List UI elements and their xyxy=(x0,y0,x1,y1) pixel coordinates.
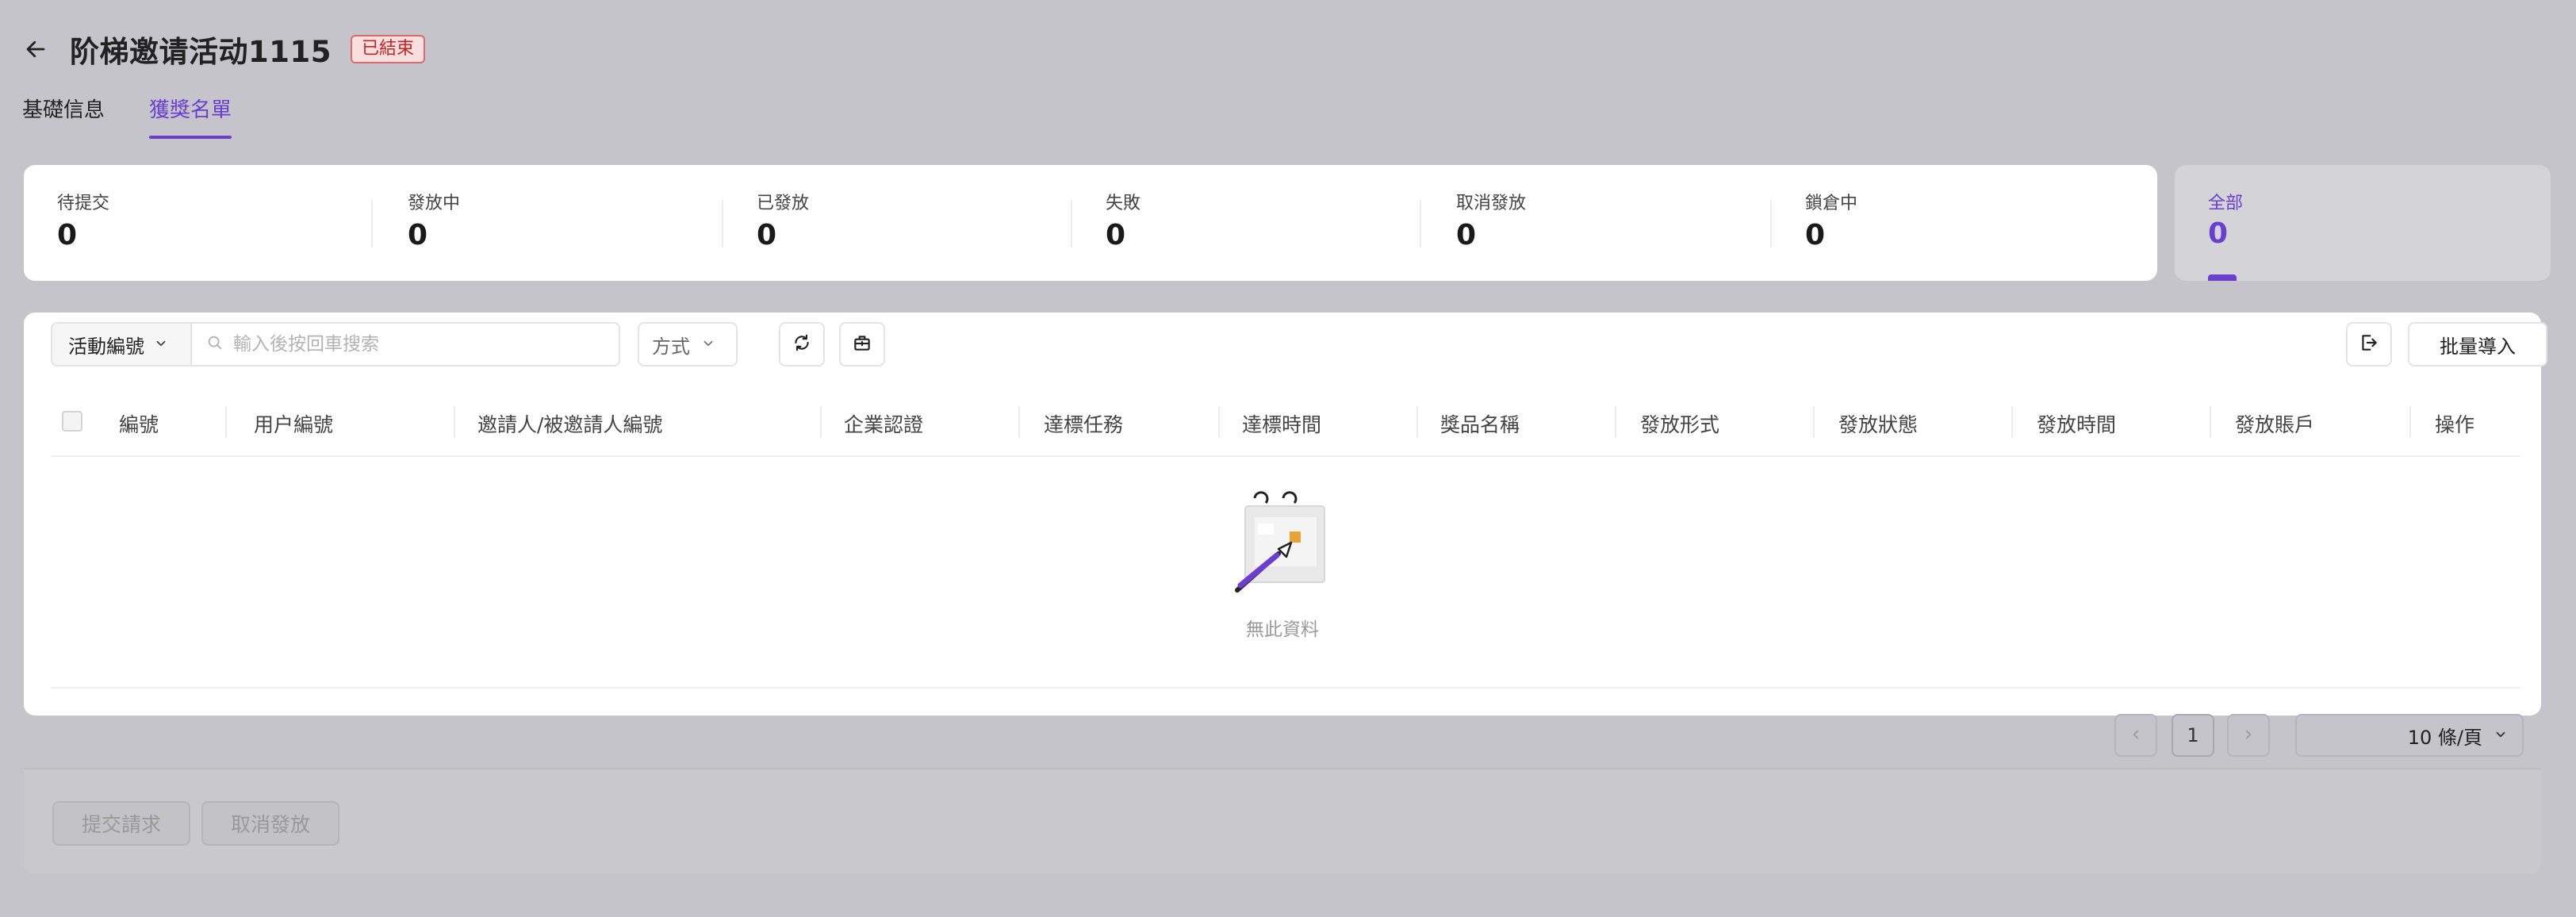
column-header: 發放時間 xyxy=(2037,413,2117,436)
tab-bar: 基礎信息 獲獎名單 xyxy=(22,94,232,139)
chevron-right-icon xyxy=(2241,724,2256,746)
next-page-button[interactable] xyxy=(2227,714,2270,757)
column-divider xyxy=(2409,406,2411,438)
stat-divider xyxy=(1770,200,1772,247)
stat-label: 全部 xyxy=(2208,194,2244,213)
column-header: 達標任務 xyxy=(1044,413,1124,436)
table-header: 編號 用户編號 邀請人/被邀請人編號 企業認證 達標任務 達標時間 獎品名稱 發… xyxy=(51,390,2520,457)
column-header: 達標時間 xyxy=(1242,413,1322,436)
table-card: 活動編號 方式 xyxy=(24,313,2547,716)
chevron-down-icon xyxy=(154,333,168,355)
stat-pending-submit[interactable]: 待提交 0 xyxy=(57,189,382,251)
tab-basic-info[interactable]: 基礎信息 xyxy=(22,94,105,139)
prev-page-button[interactable] xyxy=(2114,714,2157,757)
stat-label: 失敗 xyxy=(1106,194,1141,213)
method-select[interactable]: 方式 xyxy=(638,322,738,366)
stat-divider xyxy=(1420,200,1421,247)
batch-import-button[interactable]: 批量導入 xyxy=(2408,322,2547,366)
page-header: 阶梯邀请活动1115 已結束 xyxy=(22,29,425,70)
stat-value: 0 xyxy=(1456,219,1477,251)
logout-icon xyxy=(2359,332,2379,356)
stat-locked[interactable]: 鎖倉中 0 xyxy=(1805,189,2130,251)
stat-divider xyxy=(371,200,373,247)
search-input[interactable] xyxy=(232,333,584,355)
method-select-label: 方式 xyxy=(652,335,690,358)
status-badge: 已結束 xyxy=(350,35,425,63)
empty-state: 無此資料 xyxy=(24,482,2541,641)
page-title: 阶梯邀请活动1115 xyxy=(70,35,332,69)
filter-field-select[interactable]: 活動編號 xyxy=(51,322,192,366)
refresh-button[interactable] xyxy=(779,322,825,366)
table-bottom-border xyxy=(51,687,2520,689)
column-header: 邀請人/被邀請人編號 xyxy=(477,413,663,436)
column-divider xyxy=(454,406,455,438)
submit-request-button[interactable]: 提交請求 xyxy=(52,801,190,846)
export-icon xyxy=(852,332,872,356)
column-divider xyxy=(2210,406,2211,438)
stat-issued[interactable]: 已發放 0 xyxy=(757,189,1082,251)
column-divider xyxy=(1218,406,1220,438)
stat-all[interactable]: 全部 0 xyxy=(2175,165,2551,281)
back-arrow-icon[interactable] xyxy=(22,36,49,63)
stat-cancelled[interactable]: 取消發放 0 xyxy=(1456,189,1781,251)
stat-value: 0 xyxy=(757,219,777,251)
refresh-icon xyxy=(792,332,812,356)
stat-value: 0 xyxy=(408,219,428,251)
column-header: 發放賬戶 xyxy=(2235,413,2315,436)
stat-divider xyxy=(1071,200,1072,247)
search-icon xyxy=(206,334,224,355)
column-header: 編號 xyxy=(119,413,159,436)
stat-label: 待提交 xyxy=(57,194,110,213)
search-box xyxy=(190,322,620,366)
column-header: 發放形式 xyxy=(1640,413,1720,436)
page-size-label: 10 條/頁 xyxy=(2407,726,2482,749)
chevron-down-icon xyxy=(2494,724,2508,746)
cancel-issue-button[interactable]: 取消發放 xyxy=(201,801,339,846)
stat-label: 已發放 xyxy=(757,194,810,213)
stat-label: 發放中 xyxy=(408,194,461,213)
stat-value: 0 xyxy=(1106,219,1126,251)
toolbar: 活動編號 方式 xyxy=(51,322,2547,368)
column-divider xyxy=(820,406,822,438)
column-divider xyxy=(1615,406,1616,438)
page-size-select[interactable]: 10 條/頁 xyxy=(2295,714,2524,757)
bottom-action-bar: 提交請求 取消發放 xyxy=(24,768,2541,874)
column-header: 用户編號 xyxy=(254,413,334,436)
column-header: 獎品名稱 xyxy=(1440,413,1520,436)
empty-illustration xyxy=(1223,482,1342,601)
column-divider xyxy=(225,406,227,438)
column-divider xyxy=(1813,406,1815,438)
column-header: 企業認證 xyxy=(844,413,924,436)
export-button[interactable] xyxy=(839,322,885,366)
select-all-checkbox[interactable] xyxy=(62,411,82,432)
chevron-down-icon xyxy=(701,333,715,355)
column-header: 發放狀態 xyxy=(1838,413,1919,436)
column-divider xyxy=(1416,406,1418,438)
stat-label: 取消發放 xyxy=(1456,194,1527,213)
stats-card: 待提交 0 發放中 0 已發放 0 失敗 0 取消發放 0 鎖倉中 0 xyxy=(24,165,2157,281)
stat-divider xyxy=(722,200,723,247)
stat-failed[interactable]: 失敗 0 xyxy=(1106,189,1431,251)
stat-issuing[interactable]: 發放中 0 xyxy=(408,189,733,251)
stat-label: 鎖倉中 xyxy=(1805,194,1858,213)
column-divider xyxy=(2011,406,2013,438)
page-number-button[interactable]: 1 xyxy=(2172,714,2214,757)
tab-winner-list[interactable]: 獲獎名單 xyxy=(149,94,232,139)
filter-field-label: 活動編號 xyxy=(68,335,144,358)
download-button[interactable] xyxy=(2346,322,2392,366)
active-indicator xyxy=(2208,274,2237,281)
page: 阶梯邀请活动1115 已結束 基礎信息 獲獎名單 待提交 0 發放中 0 已發放… xyxy=(0,0,2576,917)
column-header: 操作 xyxy=(2435,413,2475,436)
empty-text: 無此資料 xyxy=(1246,620,1319,640)
chevron-left-icon xyxy=(2129,724,2143,746)
stat-value: 0 xyxy=(57,219,78,251)
column-divider xyxy=(1018,406,1020,438)
stat-value: 0 xyxy=(2208,217,2229,250)
stat-value: 0 xyxy=(1805,219,1826,251)
